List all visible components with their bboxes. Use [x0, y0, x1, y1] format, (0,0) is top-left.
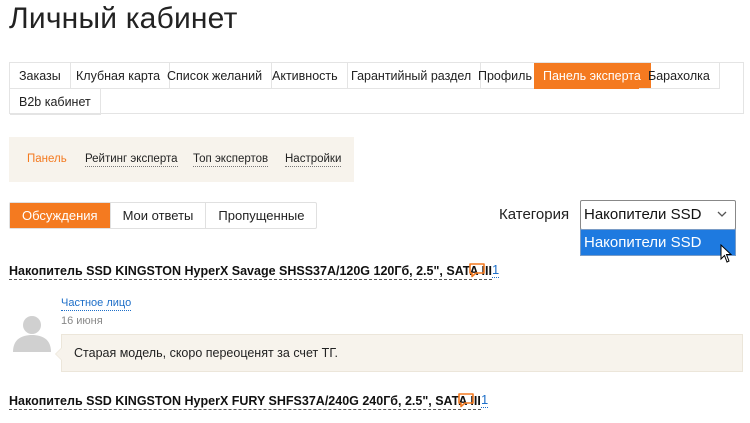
- category-label: Категория: [499, 206, 570, 223]
- comment-icon: [469, 263, 485, 278]
- comment-author[interactable]: Частное лицо: [61, 297, 132, 311]
- topic-title[interactable]: Накопитель SSD KINGSTON HyperX FURY SHFS…: [9, 394, 481, 410]
- tab-b2b[interactable]: B2b кабинет: [10, 89, 101, 115]
- tab-warranty[interactable]: Гарантийный раздел: [342, 63, 482, 89]
- filter-my-answers[interactable]: Мои ответы: [111, 203, 207, 228]
- sub-nav-settings[interactable]: Настройки: [285, 152, 342, 167]
- mouse-cursor-icon: [720, 244, 733, 263]
- filter-tabs: Обсуждения Мои ответы Пропущенные: [9, 202, 318, 229]
- comment-bubble: Старая модель, скоро переоценят за счет …: [55, 334, 743, 372]
- page-title: Личный кабинет: [9, 2, 238, 35]
- category-option[interactable]: Накопители SSD: [581, 230, 735, 255]
- expert-sub-nav: Панель Рейтинг эксперта Топ экспертов На…: [9, 137, 354, 182]
- filter-skipped[interactable]: Пропущенные: [206, 203, 316, 228]
- topic-title[interactable]: Накопитель SSD KINGSTON HyperX Savage SH…: [9, 264, 492, 280]
- comment-count-number[interactable]: 1: [492, 263, 500, 278]
- comment-count[interactable]: 1: [457, 393, 489, 408]
- avatar: [13, 316, 51, 352]
- category-select[interactable]: Накопители SSD: [580, 200, 736, 230]
- tab-activity[interactable]: Активность: [263, 63, 348, 89]
- tab-flea-market[interactable]: Барахолка: [639, 63, 720, 89]
- tab-orders[interactable]: Заказы: [10, 63, 71, 89]
- comment-date: 16 июня: [61, 315, 103, 327]
- tab-expert-panel[interactable]: Панель эксперта: [534, 63, 651, 89]
- main-tabs: Заказы Клубная карта Список желаний Акти…: [9, 62, 744, 115]
- sub-nav-expert-rating[interactable]: Рейтинг эксперта: [85, 152, 178, 167]
- tab-wishlist[interactable]: Список желаний: [158, 63, 273, 89]
- comment-count[interactable]: 1: [468, 263, 500, 278]
- category-dropdown: Накопители SSD: [580, 229, 736, 256]
- category-selected-value: Накопители SSD: [584, 206, 702, 223]
- filter-discussions[interactable]: Обсуждения: [10, 203, 111, 228]
- tab-profile[interactable]: Профиль: [469, 63, 542, 89]
- sub-nav-top-experts[interactable]: Топ экспертов: [193, 152, 269, 167]
- tab-club-card[interactable]: Клубная карта: [67, 63, 171, 89]
- comment-count-number[interactable]: 1: [481, 393, 489, 408]
- sub-nav-panel[interactable]: Панель: [27, 152, 67, 166]
- comment-icon: [458, 393, 474, 408]
- comment-text: Старая модель, скоро переоценят за счет …: [74, 346, 339, 360]
